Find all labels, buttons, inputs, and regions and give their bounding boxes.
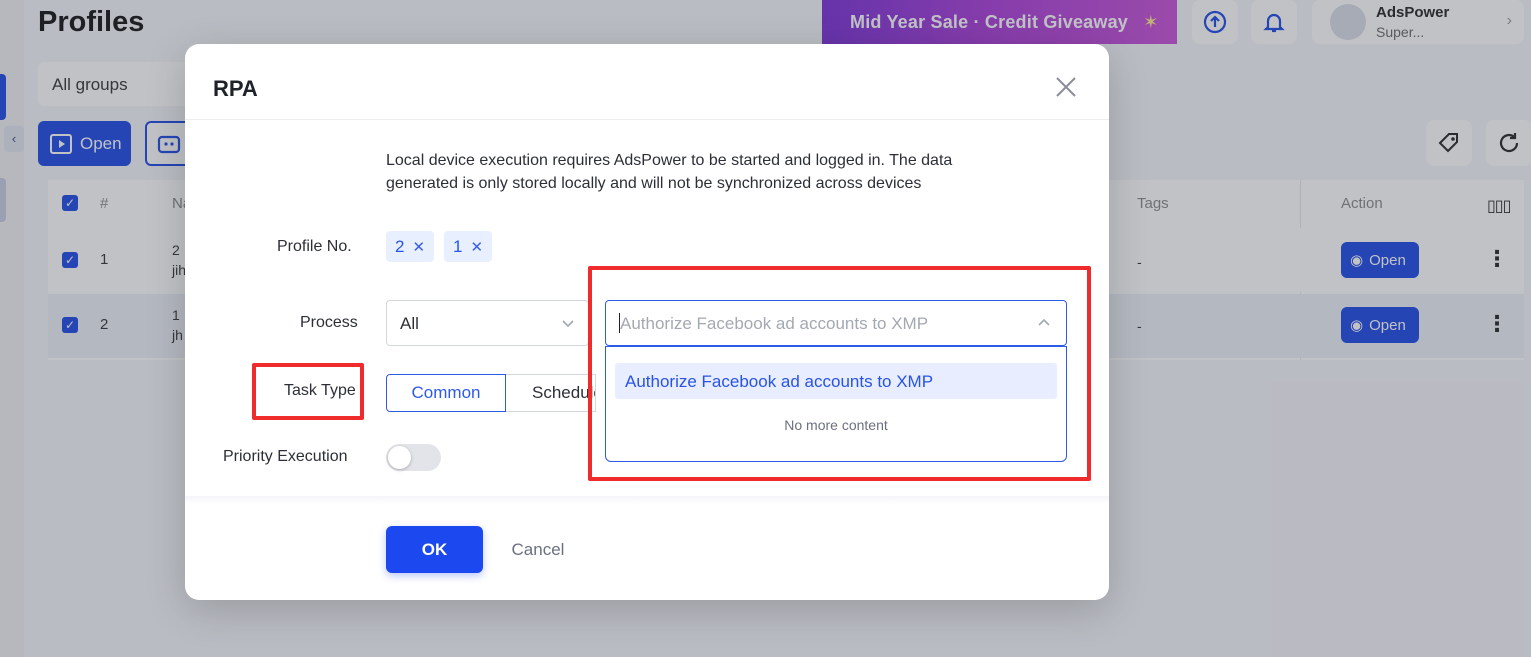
profile-no-label: Profile No. <box>277 238 352 255</box>
remove-tag-icon[interactable]: ✕ <box>470 238 483 256</box>
execution-notice: Local device execution requires AdsPower… <box>386 152 953 192</box>
process-group-value: All <box>400 314 419 333</box>
process-dropdown-highlight-box <box>588 266 1091 481</box>
close-icon[interactable] <box>1053 74 1079 100</box>
priority-execution-label: Priority Execution <box>223 448 348 465</box>
toggle-knob <box>388 446 411 469</box>
process-group-select[interactable]: All <box>386 300 589 346</box>
footer-divider <box>185 496 1109 504</box>
task-type-highlight-box <box>252 363 364 420</box>
task-type-common[interactable]: Common <box>386 374 506 412</box>
modal-title: RPA <box>213 76 258 101</box>
profile-tag-label: 1 <box>453 236 463 256</box>
chevron-down-icon <box>562 320 574 328</box>
profile-tag: 2 ✕ <box>386 231 435 262</box>
process-label: Process <box>300 314 358 331</box>
priority-execution-toggle[interactable] <box>386 444 441 471</box>
task-type-scheduled[interactable]: Scheduled <box>506 374 596 412</box>
modal-divider <box>185 119 1109 120</box>
cancel-button[interactable]: Cancel <box>503 526 573 573</box>
profile-tag-label: 2 <box>395 236 405 256</box>
ok-button[interactable]: OK <box>386 526 483 573</box>
profile-tag: 1 ✕ <box>444 231 493 262</box>
remove-tag-icon[interactable]: ✕ <box>412 238 425 256</box>
